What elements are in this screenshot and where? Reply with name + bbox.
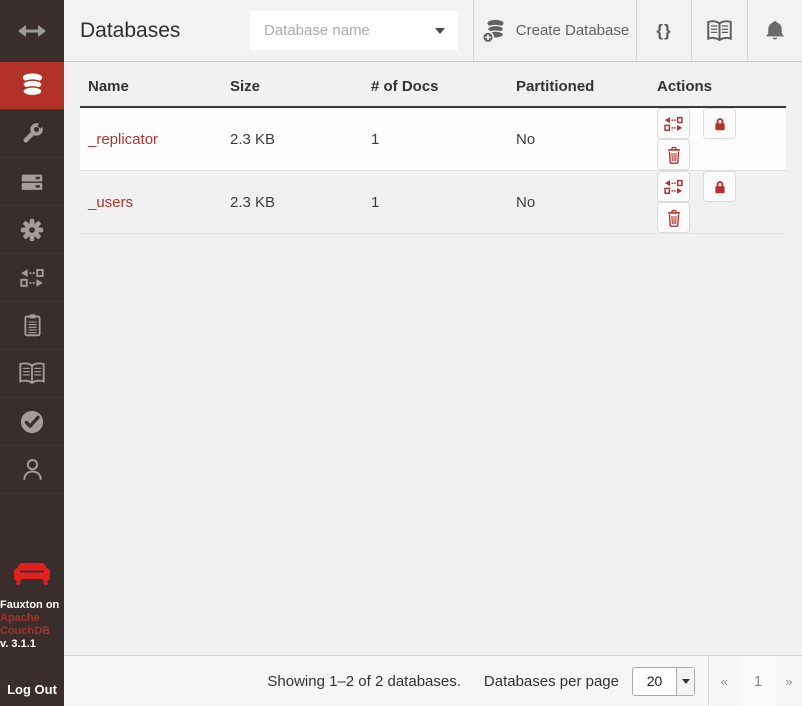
sidebar-nav [0,62,64,494]
replicate-icon [664,116,683,132]
per-page-label: Databases per page [484,673,619,690]
couch-icon [12,560,52,588]
create-database-button[interactable]: Create Database [473,0,636,61]
gear-icon [19,217,45,243]
database-name-search [250,11,458,50]
sidebar-item-configuration[interactable] [0,206,64,254]
check-circle-icon [19,409,45,435]
create-database-label: Create Database [516,22,629,39]
version-block: Fauxton on Apache CouchDB v. 3.1.1 [0,599,64,651]
version-label: v. 3.1.1 [0,638,64,651]
column-header-actions: Actions [649,63,786,107]
showing-summary: Showing 1–2 of 2 databases. [267,673,460,690]
size-cell: 2.3 KB [222,107,363,171]
databases-table: Name Size # of Docs Partitioned Actions … [80,63,786,234]
create-database-icon [481,18,507,44]
sidebar-toggle-button[interactable] [0,0,64,62]
replication-icon [20,268,44,288]
select-caret-icon [676,668,694,695]
sidebar-item-setup[interactable] [0,110,64,158]
trash-icon [666,209,682,227]
column-header-docs: # of Docs [363,63,508,107]
page-header: Databases Create Database {} [64,0,802,62]
dropdown-caret-icon[interactable] [435,28,445,34]
sidebar-item-verify[interactable] [0,398,64,446]
replicate-database-button[interactable] [657,108,690,139]
sidebar-item-databases[interactable] [0,62,64,110]
partitioned-cell: No [508,171,649,234]
trash-icon [666,146,682,164]
sidebar-item-active-tasks[interactable] [0,158,64,206]
database-link-users[interactable]: _users [88,194,133,211]
column-header-name: Name [80,63,222,107]
table-row: _users 2.3 KB 1 No [80,171,786,234]
sidebar: Fauxton on Apache CouchDB v. 3.1.1 Log O… [0,0,64,706]
per-page-select[interactable]: 20 [632,667,695,696]
server-stack-icon [19,169,45,195]
sidebar-item-account[interactable] [0,446,64,494]
sidebar-item-tasks-clipboard[interactable] [0,302,64,350]
docs-cell: 1 [363,171,508,234]
lock-icon [712,178,728,196]
column-header-size: Size [222,63,363,107]
databases-table-section: Name Size # of Docs Partitioned Actions … [64,63,802,655]
column-header-partitioned: Partitioned [508,63,649,107]
database-name-input[interactable] [250,11,458,50]
table-row: _replicator 2.3 KB 1 No [80,107,786,171]
pagination-next-button[interactable]: » [776,656,802,706]
json-braces-icon: {} [656,21,671,41]
pagination: « 1 » [708,656,802,706]
size-cell: 2.3 KB [222,171,363,234]
fauxton-databases-page: Fauxton on Apache CouchDB v. 3.1.1 Log O… [0,0,802,706]
delete-database-button[interactable] [657,139,690,170]
open-book-icon [18,361,46,386]
sidebar-item-documentation[interactable] [0,350,64,398]
table-header-row: Name Size # of Docs Partitioned Actions [80,63,786,107]
replicate-icon [664,179,683,195]
fauxton-on-label: Fauxton on [0,599,64,612]
documentation-book-icon [706,19,733,43]
double-arrow-icon [17,24,47,38]
couchdb-logo [0,560,64,588]
user-icon [20,457,45,482]
notification-bell-icon [763,19,787,43]
database-icon [19,72,46,99]
database-link-replicator[interactable]: _replicator [88,131,158,148]
set-permissions-button[interactable] [703,171,736,202]
replicate-database-button[interactable] [657,171,690,202]
actions-cell [649,107,786,171]
partitioned-cell: No [508,107,649,171]
documentation-button[interactable] [691,0,747,61]
page-title: Databases [80,0,180,61]
sidebar-item-replication[interactable] [0,254,64,302]
lock-icon [712,115,728,133]
pagination-prev-button[interactable]: « [709,656,740,706]
per-page-value: 20 [633,668,676,695]
logout-button[interactable]: Log Out [0,682,64,697]
delete-database-button[interactable] [657,202,690,233]
actions-cell [649,171,786,234]
apache-couchdb-link[interactable]: Apache CouchDB [0,612,64,638]
wrench-icon [20,121,45,146]
table-footer: Showing 1–2 of 2 databases. Databases pe… [64,655,802,706]
docs-cell: 1 [363,107,508,171]
notifications-button[interactable] [747,0,802,61]
api-url-button[interactable]: {} [636,0,691,61]
set-permissions-button[interactable] [703,108,736,139]
clipboard-icon [20,313,45,338]
pagination-page-1[interactable]: 1 [740,656,776,706]
